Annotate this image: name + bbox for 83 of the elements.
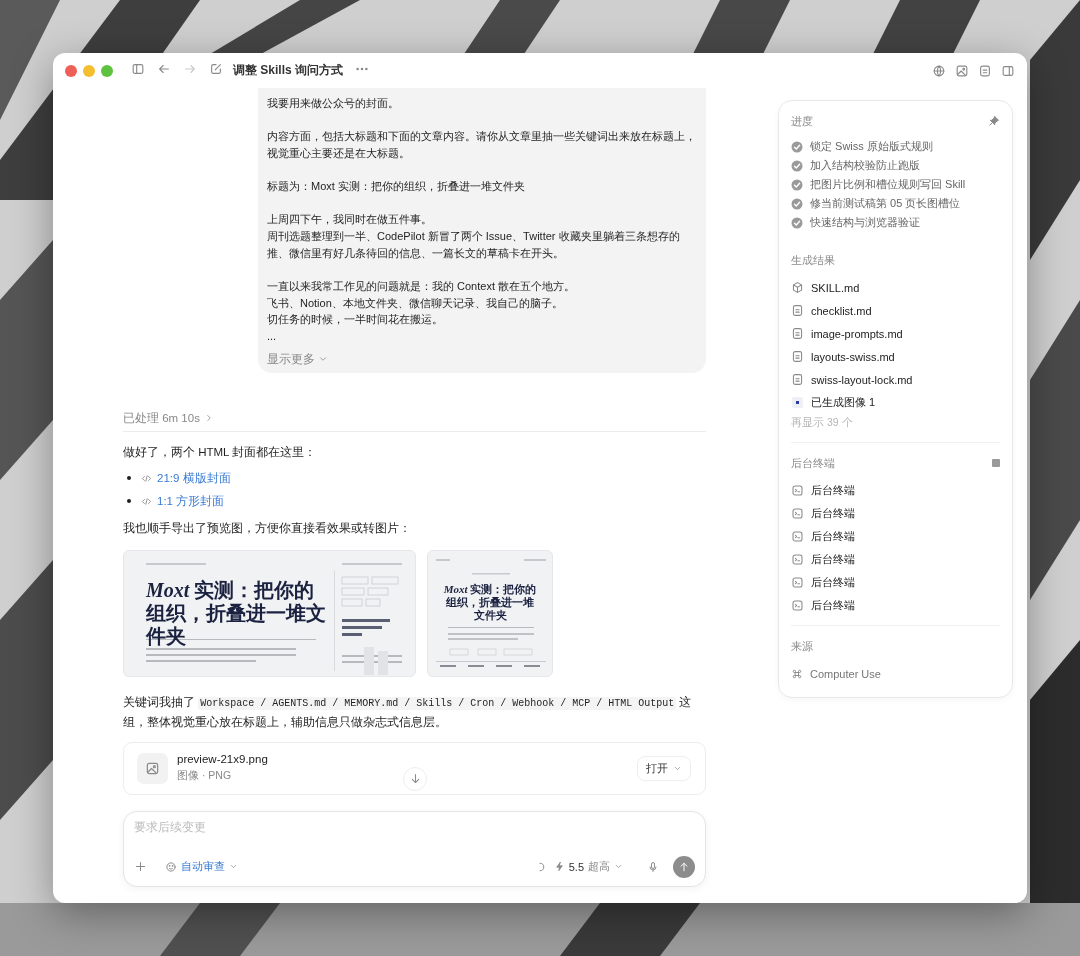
result-item[interactable]: swiss-layout-lock.md — [811, 373, 913, 386]
result-item[interactable]: checklist.md — [811, 304, 872, 317]
code-icon — [141, 472, 152, 484]
progress-item: 锁定 Swiss 原始版式规则 — [810, 139, 933, 154]
file-link[interactable]: 1:1 方形封面 — [141, 493, 225, 509]
result-item[interactable]: SKILL.md — [811, 281, 860, 294]
document-icon — [791, 327, 804, 340]
terminal-item[interactable]: 后台终端 — [811, 529, 855, 544]
scroll-down-button[interactable] — [403, 766, 427, 791]
document-icon — [791, 373, 804, 386]
pin-icon[interactable] — [988, 115, 1000, 127]
microphone-icon[interactable] — [647, 860, 659, 873]
section-heading: 进度 — [791, 113, 813, 129]
bullet-icon — [127, 476, 131, 481]
sidebar-icon[interactable] — [131, 61, 145, 76]
image-icon[interactable] — [955, 63, 969, 78]
message-line: 飞书、Notion、本地文件夹、微信聊天记录、我自己的脑子。 — [267, 295, 564, 311]
send-button[interactable] — [673, 855, 695, 878]
close-button[interactable] — [65, 64, 77, 77]
result-item[interactable]: 已生成图像 1 — [811, 395, 876, 410]
terminal-icon — [791, 553, 804, 566]
reply-text: 关键词我抽了 Workspace / AGENTS.md / MEMORY.md / Skills / Cron / Webhook / MCP / HTML Output 这组，整体视觉重心放在标题上，辅助信息只做杂志式信息层。 — [123, 694, 693, 730]
auto-review-button[interactable]: 自动审查 — [155, 859, 238, 875]
code-icon — [141, 495, 152, 507]
cover-preview[interactable]: Moxt 实测：把你的组织，折叠进一堆文件夹 — [427, 549, 553, 677]
section-heading: 后台终端 — [791, 455, 835, 471]
window-title: 调整 Skills 询问方式 — [233, 62, 344, 79]
processed-toggle[interactable]: 已处理 6m 10s — [123, 409, 214, 427]
message-line: 我要用来做公众号的封面。 — [267, 96, 400, 111]
message-line: 切任务的时候，一半时间花在搬运。 — [267, 312, 444, 328]
cover-title: Moxt 实测：把你的组织，折叠进一堆文件夹 — [442, 582, 538, 622]
cover-preview[interactable]: Moxt 实测：把你的组织，折叠进一堆文件夹 — [123, 549, 416, 677]
terminal-item[interactable]: 后台终端 — [811, 483, 855, 498]
terminal-icon — [791, 530, 804, 543]
bullet-icon — [127, 499, 131, 504]
source-item[interactable]: Computer Use — [810, 667, 881, 680]
minimize-button[interactable] — [83, 64, 95, 77]
progress-item: 修当前测试稿第 05 页长图槽位 — [810, 196, 961, 211]
file-link[interactable]: 21:9 横版封面 — [141, 470, 231, 486]
document-icon — [791, 304, 804, 317]
result-item[interactable]: image-prompts.md — [811, 327, 903, 340]
message-line: 上周四下午，我同时在做五件事。 — [267, 212, 433, 228]
reply-text: 我也顺手导出了预览图，方便你直接看效果或转图片： — [123, 520, 412, 536]
terminal-icon — [791, 507, 804, 520]
message-line: 周刊选题整理到一半、CodePilot 新冒了两个 Issue、Twitter 收藏夹里躺着三条想存的推、微信里有好几条待回的信息、一篇长文的草稿卡在开头。 — [267, 229, 681, 261]
result-item[interactable]: layouts-swiss.md — [811, 350, 895, 363]
document-icon — [791, 350, 804, 363]
panel-icon[interactable] — [1001, 63, 1015, 78]
file-meta: 图像 · PNG — [177, 769, 233, 784]
terminal-icon — [791, 576, 804, 589]
progress-item: 加入结构校验防止跑版 — [810, 158, 920, 173]
prompt-input[interactable]: 要求后续变更 — [134, 820, 695, 833]
cube-icon — [791, 281, 804, 294]
terminal-item[interactable]: 后台终端 — [811, 575, 855, 590]
terminal-icon — [791, 599, 804, 612]
progress-item: 把图片比例和槽位规则写回 Skill — [810, 177, 966, 192]
terminal-item[interactable]: 后台终端 — [811, 552, 855, 567]
progress-item: 快速结构与浏览器验证 — [810, 215, 920, 230]
zoom-button[interactable] — [101, 64, 113, 77]
terminal-item[interactable]: 后台终端 — [811, 506, 855, 521]
message-line: 一直以来我常工作见的问题就是：我的 Context 散在五个地方。 — [267, 278, 577, 294]
globe-icon[interactable] — [932, 63, 946, 78]
up-arrow-icon — [678, 860, 690, 873]
cover-title: Moxt 实测：把你的组织，折叠进一堆文件夹 — [146, 578, 326, 648]
bolt-icon — [553, 861, 565, 873]
reply-text: 做好了，两个 HTML 封面都在这里： — [123, 444, 318, 460]
terminal-item[interactable]: 后台终端 — [811, 598, 855, 613]
document-icon[interactable] — [978, 63, 992, 78]
message-line: 标题为：Moxt 实测：把你的组织，折叠进一堆文件夹 — [267, 179, 526, 195]
section-heading: 来源 — [791, 638, 813, 654]
compose-icon[interactable] — [209, 61, 223, 76]
image-icon — [145, 760, 160, 776]
image-thumbnail-icon — [791, 396, 804, 409]
message-line: 内容方面，包括大标题和下面的文章内容。请你从文章里抽一些关键词出来放在标题上，视觉重心主要还是在大标题。 — [267, 129, 697, 161]
section-heading: 生成结果 — [791, 252, 835, 268]
command-key-icon — [791, 667, 803, 680]
model-selector[interactable]: 5.5 超高 — [553, 859, 623, 875]
open-button[interactable]: 打开 — [637, 755, 691, 781]
file-name: preview-21x9.png — [177, 753, 268, 766]
smiley-icon — [165, 860, 177, 873]
terminal-icon — [791, 484, 804, 497]
plus-icon[interactable] — [134, 860, 147, 874]
message-line: ... — [267, 329, 278, 345]
